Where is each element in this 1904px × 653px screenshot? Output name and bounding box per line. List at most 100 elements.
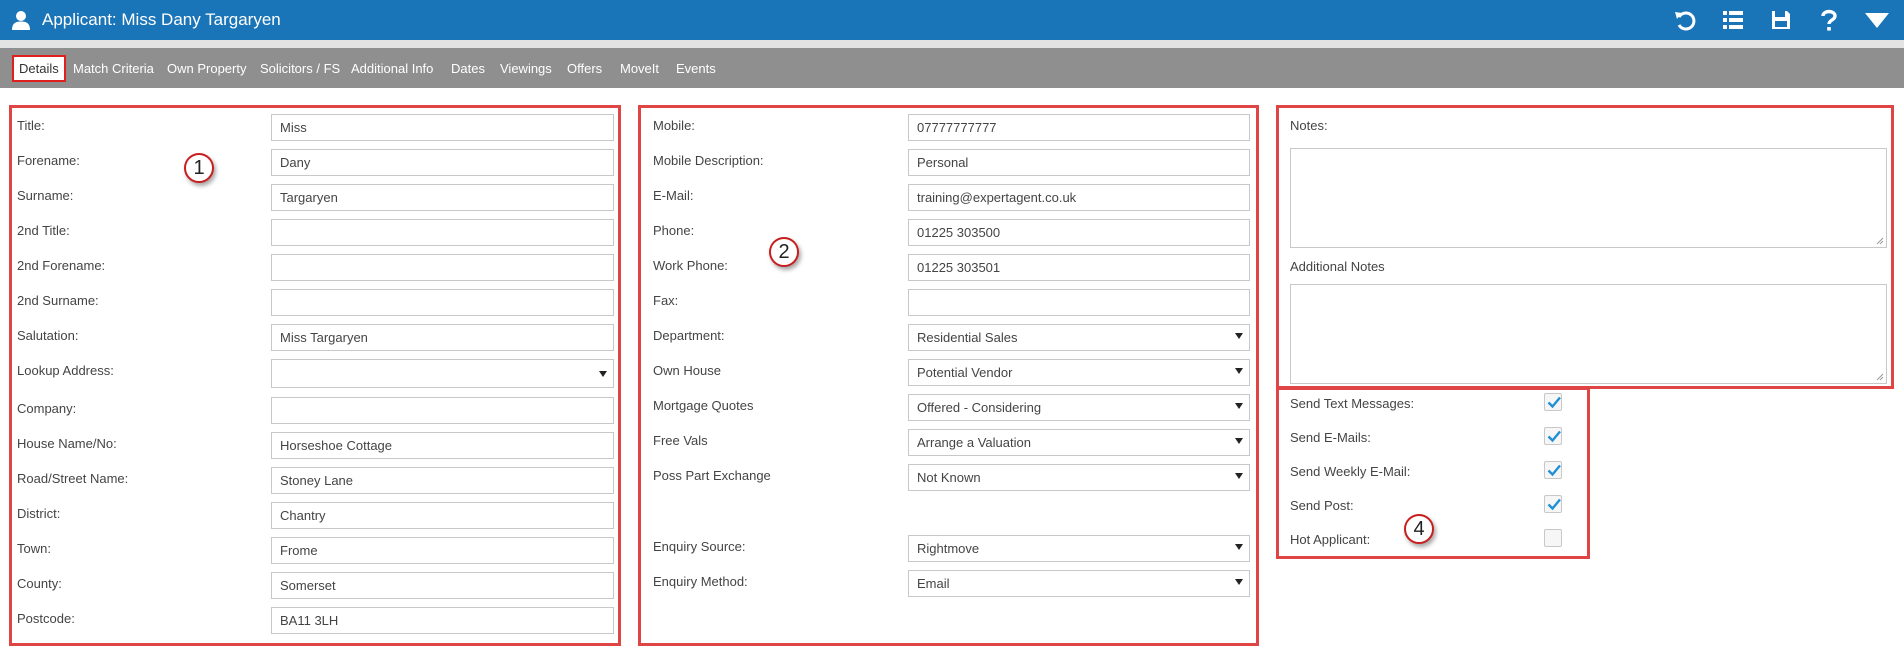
mobile-label: Mobile: (653, 118, 695, 133)
additional-notes-label: Additional Notes (1290, 259, 1385, 274)
postcode-label: Postcode: (17, 611, 75, 626)
callout-4: 4 (1404, 514, 1434, 544)
tab-match-criteria[interactable]: Match Criteria (73, 48, 154, 88)
company-label: Company: (17, 401, 77, 416)
town-input[interactable]: Frome (271, 537, 614, 564)
send-post-label: Send Post: (1290, 498, 1354, 513)
tab-offers[interactable]: Offers (567, 48, 602, 88)
send-text-messages-checkbox[interactable] (1544, 393, 1562, 411)
county-input[interactable]: Somerset (271, 572, 614, 599)
free-vals-label: Free Vals (653, 433, 708, 448)
chevron-down-icon (1235, 473, 1243, 479)
tab-bar: Details Match Criteria Own Property Soli… (0, 48, 1904, 88)
work-phone-label: Work Phone: (653, 258, 728, 273)
salutation-input[interactable]: Miss Targaryen (271, 324, 614, 351)
tab-moveit[interactable]: MoveIt (620, 48, 659, 88)
forename-input[interactable]: Dany (271, 149, 614, 176)
save-icon[interactable] (1768, 7, 1794, 33)
company-input[interactable] (271, 397, 614, 424)
tab-viewings[interactable]: Viewings (500, 48, 552, 88)
enquiry-method-select[interactable]: Email (908, 570, 1250, 597)
notes-textarea[interactable] (1290, 148, 1887, 248)
chevron-down-icon (1235, 368, 1243, 374)
second-forename-label: 2nd Forename: (17, 258, 106, 273)
second-forename-input[interactable] (271, 254, 614, 281)
house-name-input[interactable]: Horseshoe Cottage (271, 432, 614, 459)
own-house-select[interactable]: Potential Vendor (908, 359, 1250, 386)
send-post-checkbox[interactable] (1544, 495, 1562, 513)
mortgage-quotes-select[interactable]: Offered - Considering (908, 394, 1250, 421)
tab-additional-info[interactable]: Additional Info (351, 48, 433, 88)
phone-input[interactable]: 01225 303500 (908, 219, 1250, 246)
email-input[interactable]: training@expertagent.co.uk (908, 184, 1250, 211)
send-emails-label: Send E-Mails: (1290, 430, 1371, 445)
hot-applicant-checkbox[interactable] (1544, 529, 1562, 547)
poss-part-exchange-value: Not Known (917, 470, 981, 485)
town-label: Town: (17, 541, 51, 556)
lookup-address-label: Lookup Address: (17, 363, 114, 378)
county-label: County: (17, 576, 62, 591)
mobile-input[interactable]: 07777777777 (908, 114, 1250, 141)
title-input[interactable]: Miss (271, 114, 614, 141)
fax-label: Fax: (653, 293, 679, 308)
second-title-input[interactable] (271, 219, 614, 246)
second-surname-input[interactable] (271, 289, 614, 316)
road-street-input[interactable]: Stoney Lane (271, 467, 614, 494)
help-icon[interactable] (1816, 7, 1842, 33)
district-input[interactable]: Chantry (271, 502, 614, 529)
enquiry-source-select[interactable]: Rightmove (908, 535, 1250, 562)
chevron-down-icon (1235, 333, 1243, 339)
tab-details[interactable]: Details (12, 55, 66, 82)
surname-label: Surname: (17, 188, 74, 203)
user-icon (10, 9, 32, 31)
own-house-label: Own House (653, 363, 721, 378)
menu-dropdown-icon[interactable] (1864, 7, 1890, 33)
send-emails-checkbox[interactable] (1544, 427, 1562, 445)
resize-grip-icon[interactable] (1875, 236, 1884, 245)
phone-label: Phone: (653, 223, 695, 238)
lookup-address-select[interactable] (271, 359, 614, 388)
second-surname-label: 2nd Surname: (17, 293, 99, 308)
mobile-description-input[interactable]: Personal (908, 149, 1250, 176)
salutation-label: Salutation: (17, 328, 79, 343)
poss-part-exchange-select[interactable]: Not Known (908, 464, 1250, 491)
page-title: Applicant: Miss Dany Targaryen (42, 10, 281, 29)
tab-solicitors-fs[interactable]: Solicitors / FS (260, 48, 340, 88)
chevron-down-icon (599, 371, 607, 377)
mortgage-quotes-label: Mortgage Quotes (653, 398, 754, 413)
surname-input[interactable]: Targaryen (271, 184, 614, 211)
department-label: Department: (653, 328, 725, 343)
chevron-down-icon (1235, 544, 1243, 550)
email-label: E-Mail: (653, 188, 694, 203)
fax-input[interactable] (908, 289, 1250, 316)
header-divider (0, 40, 1904, 48)
postcode-input[interactable]: BA11 3LH (271, 607, 614, 634)
hot-applicant-label: Hot Applicant: (1290, 532, 1371, 547)
tab-own-property[interactable]: Own Property (167, 48, 246, 88)
second-title-label: 2nd Title: (17, 223, 70, 238)
send-text-messages-label: Send Text Messages: (1290, 396, 1415, 411)
enquiry-source-value: Rightmove (917, 541, 980, 556)
house-name-label: House Name/No: (17, 436, 117, 451)
undo-icon[interactable] (1672, 7, 1698, 33)
send-weekly-email-checkbox[interactable] (1544, 461, 1562, 479)
checkmark-icon (1547, 430, 1561, 443)
notes-label: Notes: (1290, 118, 1328, 133)
road-street-label: Road/Street Name: (17, 471, 129, 486)
forename-label: Forename: (17, 153, 80, 168)
free-vals-select[interactable]: Arrange a Valuation (908, 429, 1250, 456)
department-select[interactable]: Residential Sales (908, 324, 1250, 351)
work-phone-input[interactable]: 01225 303501 (908, 254, 1250, 281)
callout-1: 1 (184, 153, 214, 183)
chevron-down-icon (1235, 403, 1243, 409)
tab-events[interactable]: Events (676, 48, 716, 88)
list-icon[interactable] (1720, 7, 1746, 33)
chevron-down-icon (1235, 438, 1243, 444)
tab-dates[interactable]: Dates (451, 48, 485, 88)
enquiry-method-value: Email (917, 576, 950, 591)
additional-notes-textarea[interactable] (1290, 284, 1887, 384)
mobile-description-label: Mobile Description: (653, 153, 764, 168)
resize-grip-icon[interactable] (1875, 372, 1884, 381)
title-label: Title: (17, 118, 45, 133)
own-house-value: Potential Vendor (917, 365, 1013, 380)
